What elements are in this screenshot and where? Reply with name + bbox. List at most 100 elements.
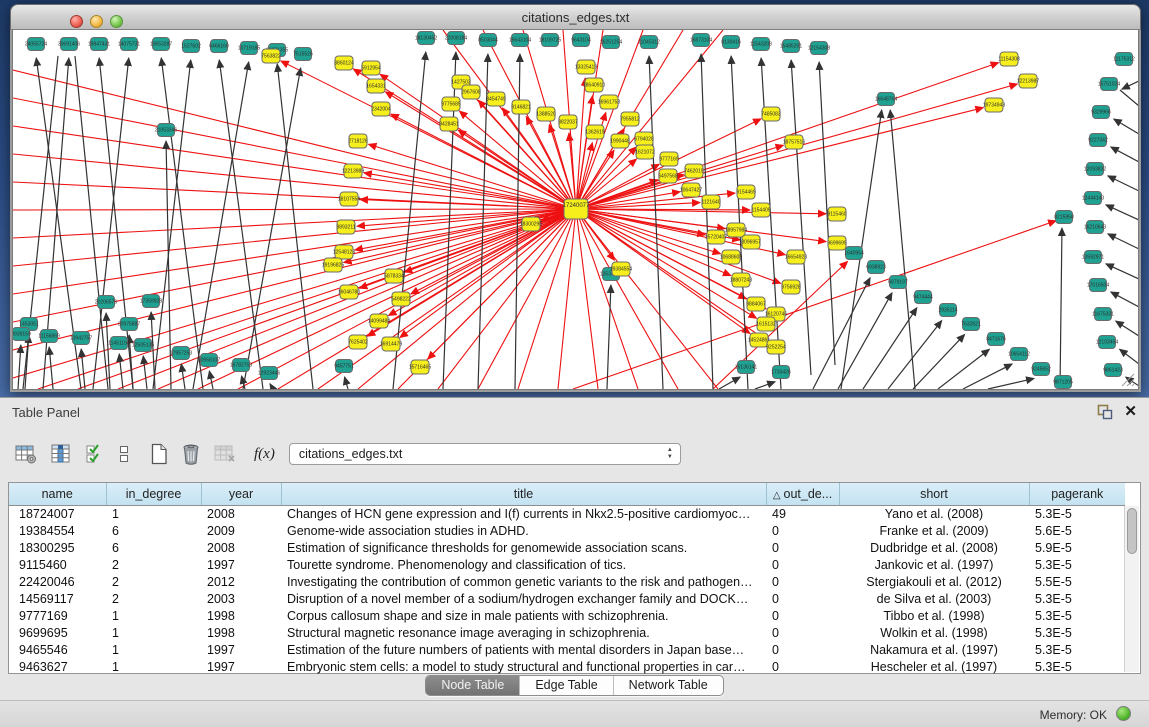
network-edge[interactable] (791, 60, 811, 375)
function-builder-icon[interactable]: f(x) (254, 446, 275, 463)
network-node[interactable]: 7955812 (620, 112, 640, 126)
network-edge[interactable] (478, 54, 488, 389)
column-header-short[interactable]: short (839, 483, 1029, 505)
network-node[interactable]: 1527602 (181, 40, 201, 53)
network-edge[interactable] (193, 62, 249, 389)
network-edge[interactable] (1111, 292, 1139, 307)
network-node[interactable]: 6794028 (634, 132, 654, 146)
network-node[interactable]: 19847431 (88, 38, 110, 51)
network-node[interactable]: 8215958 (1054, 211, 1074, 224)
network-node[interactable]: 2718126 (348, 134, 368, 148)
network-edge[interactable] (1120, 90, 1139, 106)
trash-icon[interactable] (180, 440, 202, 468)
network-node[interactable]: 7485083 (761, 107, 781, 121)
network-node[interactable]: 2935114 (938, 304, 957, 317)
network-node[interactable]: 5912954 (361, 61, 381, 75)
network-node[interactable]: 9428451 (439, 117, 459, 131)
network-edge[interactable] (1114, 119, 1139, 134)
rows-icon[interactable] (117, 440, 131, 468)
table-scrollbar[interactable] (1124, 506, 1139, 672)
network-node[interactable]: 10958107 (198, 354, 220, 367)
network-node[interactable]: 6466160 (209, 40, 229, 53)
network-node[interactable]: 12923446 (258, 367, 280, 380)
network-node[interactable]: 15751024 (1098, 78, 1120, 91)
network-node[interactable]: 6497568 (658, 169, 678, 183)
network-node[interactable]: 18300295 (520, 217, 542, 231)
network-node[interactable]: 9154469 (736, 185, 756, 199)
table-row[interactable]: 1830029562008Estimation of significance … (9, 539, 1125, 556)
network-edge[interactable] (13, 209, 576, 210)
network-node[interactable]: 9146821 (511, 100, 531, 114)
network-node[interactable]: 15720407 (705, 230, 727, 244)
network-node[interactable]: 19196825 (322, 258, 344, 272)
network-node[interactable]: 17359928 (140, 295, 162, 308)
network-node[interactable]: 7515526 (293, 48, 313, 61)
network-node[interactable]: 1154409 (751, 203, 770, 217)
network-node[interactable]: 11451194 (108, 337, 130, 350)
network-node[interactable]: 7625402 (348, 335, 368, 349)
network-edge[interactable] (576, 209, 718, 389)
network-node[interactable]: 5878334 (384, 269, 404, 283)
network-node[interactable]: 9115460 (827, 207, 846, 221)
column-header-outde[interactable]: △out_de... (766, 483, 839, 505)
network-edge[interactable] (181, 364, 185, 389)
network-edge[interactable] (576, 209, 638, 389)
network-edge[interactable] (988, 378, 1034, 389)
network-node[interactable]: 9245652 (1031, 363, 1051, 376)
network-node[interactable]: 7462015 (684, 164, 704, 178)
table-header-row[interactable]: namein_degreeyeartitle△out_de...shortpag… (9, 483, 1125, 505)
network-node[interactable]: 11675331 (1092, 308, 1114, 321)
network-node[interactable]: 10653287 (150, 38, 172, 51)
network-node[interactable]: 18640910 (583, 78, 605, 92)
network-edge[interactable] (13, 70, 576, 209)
network-edge[interactable] (1106, 205, 1139, 220)
column-header-year[interactable]: year (201, 483, 281, 505)
network-node[interactable]: 16251254 (600, 36, 622, 49)
table-settings-icon[interactable] (14, 440, 38, 468)
network-node[interactable]: 5498222 (391, 292, 411, 306)
network-node[interactable]: 13942757 (70, 332, 92, 345)
network-edge[interactable] (18, 345, 21, 389)
network-node[interactable]: 12093832 (1084, 163, 1106, 176)
network-edge[interactable] (838, 293, 892, 389)
network-canvas[interactable]: 2405572430691406198474311407573110653287… (12, 30, 1139, 390)
network-node[interactable]: 8471676 (986, 333, 1006, 346)
network-edge[interactable] (701, 54, 713, 389)
network-node[interactable]: 9643104 (571, 34, 591, 47)
column-header-pagerank[interactable]: pagerank (1029, 483, 1125, 505)
network-edge[interactable] (755, 382, 775, 389)
network-edge[interactable] (345, 377, 348, 389)
network-node[interactable]: 9871205 (1053, 376, 1073, 389)
network-edge[interactable] (49, 347, 53, 389)
network-edge[interactable] (1108, 234, 1139, 249)
table-row[interactable]: 1938455462009Genome-wide association stu… (9, 522, 1125, 539)
tab-network-table[interactable]: Network Table (614, 676, 723, 695)
network-node[interactable]: 16654923 (785, 250, 807, 264)
network-node[interactable]: 7563822 (261, 49, 281, 63)
network-edge[interactable] (1122, 81, 1139, 89)
network-edge[interactable] (1116, 321, 1139, 336)
resize-grip[interactable] (1118, 371, 1136, 387)
table-row[interactable]: 1456911722003Disruption of a novel membe… (9, 590, 1125, 607)
network-node[interactable]: 14075731 (118, 38, 140, 51)
network-node[interactable]: 9777169 (659, 152, 679, 166)
network-node[interactable]: 21053346 (155, 124, 177, 137)
network-node[interactable]: 1990448 (610, 134, 630, 148)
network-edge[interactable] (731, 56, 748, 389)
select-all-checks-icon[interactable] (84, 440, 106, 468)
network-node[interactable]: 8096957 (741, 235, 761, 249)
network-node[interactable]: 15716465 (409, 360, 431, 374)
citation-network-graph[interactable]: 2405572430691406198474311407573110653287… (13, 30, 1139, 389)
table-row[interactable]: 977716911998Corpus callosum shape and si… (9, 607, 1125, 624)
network-node[interactable]: 19734943 (983, 98, 1005, 112)
table-column-icon[interactable] (49, 440, 73, 468)
network-node[interactable]: 9474444 (913, 291, 933, 304)
network-edge[interactable] (1111, 147, 1139, 162)
network-node[interactable]: 12103454 (1096, 336, 1118, 349)
network-node[interactable]: 18807243 (730, 273, 752, 287)
network-node[interactable]: 11543208 (750, 38, 772, 51)
network-node[interactable]: 11154308 (998, 52, 1020, 66)
column-header-name[interactable]: name (9, 483, 106, 505)
network-edge[interactable] (209, 371, 213, 389)
network-node[interactable]: 6938923 (866, 261, 886, 274)
